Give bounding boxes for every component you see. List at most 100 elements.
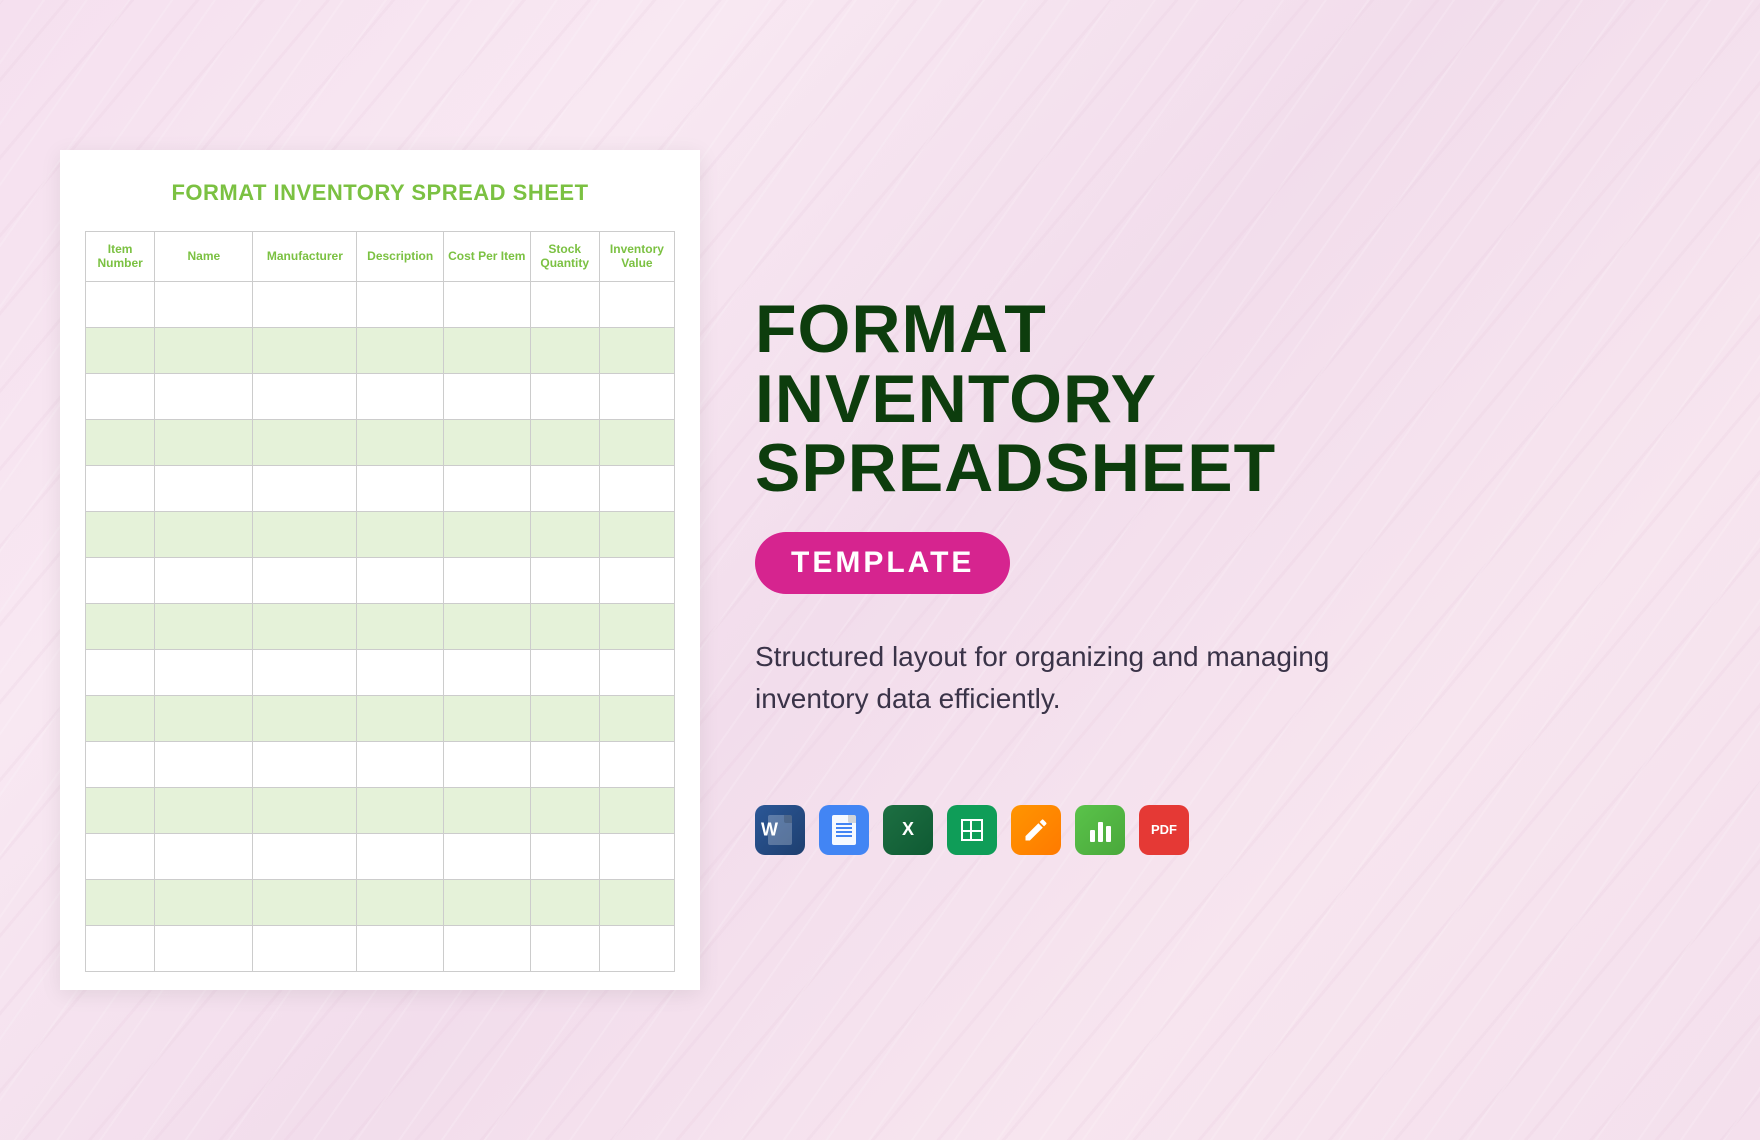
table-row xyxy=(86,695,675,741)
table-cell xyxy=(86,879,155,925)
table-cell xyxy=(443,787,530,833)
table-cell xyxy=(86,281,155,327)
table-cell xyxy=(530,603,599,649)
table-cell xyxy=(443,879,530,925)
table-cell xyxy=(599,511,674,557)
table-cell xyxy=(155,419,253,465)
table-cell xyxy=(530,695,599,741)
table-cell xyxy=(155,373,253,419)
table-cell xyxy=(443,465,530,511)
table-cell xyxy=(443,741,530,787)
table-cell xyxy=(530,511,599,557)
table-cell xyxy=(599,741,674,787)
table-cell xyxy=(357,695,444,741)
excel-letter: X xyxy=(902,819,914,840)
table-row xyxy=(86,373,675,419)
table-cell xyxy=(443,281,530,327)
format-icons-row: W X PDF xyxy=(755,805,1700,855)
col-name: Name xyxy=(155,232,253,282)
word-letter: W xyxy=(761,819,778,840)
table-cell xyxy=(86,465,155,511)
table-cell xyxy=(530,419,599,465)
table-cell xyxy=(357,787,444,833)
table-cell xyxy=(443,373,530,419)
table-cell xyxy=(253,465,357,511)
table-cell xyxy=(357,879,444,925)
table-cell xyxy=(443,925,530,971)
table-cell xyxy=(155,787,253,833)
table-row xyxy=(86,327,675,373)
col-item-number: Item Number xyxy=(86,232,155,282)
table-cell xyxy=(530,373,599,419)
col-description: Description xyxy=(357,232,444,282)
table-cell xyxy=(155,465,253,511)
table-cell xyxy=(357,833,444,879)
table-cell xyxy=(443,833,530,879)
table-cell xyxy=(530,925,599,971)
table-cell xyxy=(530,787,599,833)
table-cell xyxy=(599,373,674,419)
table-cell xyxy=(155,557,253,603)
table-cell xyxy=(443,511,530,557)
format-pages-icon[interactable] xyxy=(1011,805,1061,855)
table-cell xyxy=(357,649,444,695)
table-cell xyxy=(86,327,155,373)
table-row xyxy=(86,879,675,925)
sheets-grid-icon xyxy=(961,819,983,841)
table-cell xyxy=(599,925,674,971)
table-cell xyxy=(253,879,357,925)
table-cell xyxy=(253,695,357,741)
table-cell xyxy=(599,787,674,833)
table-cell xyxy=(599,465,674,511)
format-numbers-icon[interactable] xyxy=(1075,805,1125,855)
table-cell xyxy=(530,879,599,925)
table-cell xyxy=(443,557,530,603)
table-cell xyxy=(155,511,253,557)
table-cell xyxy=(357,419,444,465)
table-cell xyxy=(599,649,674,695)
table-row xyxy=(86,511,675,557)
format-word-icon[interactable]: W xyxy=(755,805,805,855)
spreadsheet-table: Item Number Name Manufacturer Descriptio… xyxy=(85,231,675,972)
spreadsheet-preview-card: FORMAT INVENTORY SPREAD SHEET Item Numbe… xyxy=(60,150,700,990)
bar-chart-icon xyxy=(1090,818,1111,842)
table-row xyxy=(86,741,675,787)
main-title: FORMAT INVENTORY SPREADSHEET xyxy=(755,295,1700,503)
pen-icon xyxy=(1022,816,1050,844)
col-manufacturer: Manufacturer xyxy=(253,232,357,282)
table-cell xyxy=(86,833,155,879)
table-cell xyxy=(253,281,357,327)
format-google-sheets-icon[interactable] xyxy=(947,805,997,855)
page-container: FORMAT INVENTORY SPREAD SHEET Item Numbe… xyxy=(0,0,1760,1140)
table-cell xyxy=(599,419,674,465)
table-cell xyxy=(253,557,357,603)
table-cell xyxy=(86,787,155,833)
table-cell xyxy=(599,879,674,925)
col-stock-quantity: Stock Quantity xyxy=(530,232,599,282)
table-cell xyxy=(357,281,444,327)
format-excel-icon[interactable]: X xyxy=(883,805,933,855)
pdf-letter: PDF xyxy=(1151,822,1177,837)
table-cell xyxy=(86,511,155,557)
title-line-3: SPREADSHEET xyxy=(755,430,1276,506)
table-cell xyxy=(155,327,253,373)
table-cell xyxy=(530,741,599,787)
table-row xyxy=(86,925,675,971)
table-cell xyxy=(155,603,253,649)
table-cell xyxy=(599,281,674,327)
table-cell xyxy=(253,649,357,695)
table-cell xyxy=(155,925,253,971)
table-cell xyxy=(155,833,253,879)
table-cell xyxy=(86,373,155,419)
table-cell xyxy=(253,373,357,419)
table-cell xyxy=(443,419,530,465)
table-row xyxy=(86,603,675,649)
table-cell xyxy=(253,833,357,879)
format-google-docs-icon[interactable] xyxy=(819,805,869,855)
table-row xyxy=(86,281,675,327)
preview-title: FORMAT INVENTORY SPREAD SHEET xyxy=(85,180,675,206)
table-row xyxy=(86,649,675,695)
format-pdf-icon[interactable]: PDF xyxy=(1139,805,1189,855)
table-cell xyxy=(357,603,444,649)
title-line-1: FORMAT xyxy=(755,291,1047,367)
